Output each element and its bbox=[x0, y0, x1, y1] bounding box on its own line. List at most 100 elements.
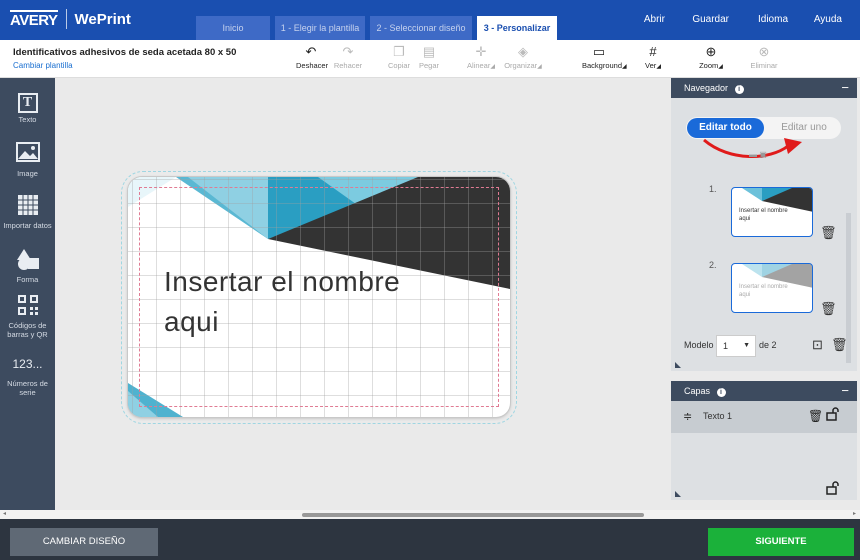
delete-page-icon[interactable]: 🗑 bbox=[820, 225, 837, 241]
change-design-button[interactable]: CAMBIAR DISEÑO bbox=[10, 528, 158, 556]
paste-button[interactable]: ▤ Pegar bbox=[416, 43, 442, 70]
thumbnail-number: 2. bbox=[709, 260, 717, 270]
menu-guardar[interactable]: Guardar bbox=[692, 0, 729, 40]
align-icon: ✛ bbox=[475, 44, 487, 59]
document-title: Identificativos adhesivos de seda acetad… bbox=[13, 47, 237, 58]
redo-label: Rehacer bbox=[333, 61, 363, 70]
thumbnail-text-line: Insertar el nombre bbox=[739, 284, 788, 290]
sidebar-item-label: Códigos de barras y QR bbox=[7, 321, 48, 339]
sidebar-item-label: Image bbox=[17, 169, 38, 178]
modelo-total: de 2 bbox=[759, 340, 777, 350]
layers-title: Capas bbox=[684, 386, 711, 396]
sidebar-item-forma[interactable]: Forma bbox=[0, 248, 55, 284]
layer-name: Texto 1 bbox=[703, 411, 733, 421]
modelo-value: 1 bbox=[723, 341, 729, 351]
redo-button[interactable]: ↷ Rehacer bbox=[333, 43, 363, 70]
scrollbar-thumb[interactable] bbox=[302, 513, 644, 517]
drag-handle-icon[interactable]: ≑ bbox=[683, 410, 692, 423]
step-seleccionar-diseno[interactable]: 2 - Seleccionar diseño bbox=[370, 16, 472, 40]
delete-label: Eliminar bbox=[750, 61, 778, 70]
copy-icon: ❐ bbox=[393, 44, 405, 59]
horizontal-scrollbar[interactable]: ◂ ▸ bbox=[0, 510, 860, 519]
menu-ayuda[interactable]: Ayuda bbox=[814, 0, 842, 40]
sidebar-item-texto[interactable]: T Texto bbox=[0, 88, 55, 124]
delete-button[interactable]: ⊗ Eliminar bbox=[749, 43, 779, 70]
image-icon bbox=[0, 142, 55, 166]
import-data-icon bbox=[0, 194, 55, 218]
sidebar-item-image[interactable]: Image bbox=[0, 142, 55, 178]
background-button[interactable]: ▭ Background◢ bbox=[582, 43, 627, 70]
serial-number-icon: 123... bbox=[12, 357, 43, 371]
delete-model-icon[interactable]: 🗑 bbox=[831, 337, 848, 353]
background-label: Background bbox=[582, 61, 623, 70]
sidebar-item-importar-datos[interactable]: Importar datos bbox=[0, 194, 55, 230]
unlock-icon[interactable] bbox=[826, 481, 840, 498]
resize-corner-icon[interactable] bbox=[675, 362, 681, 368]
weprint-logo: WePrint bbox=[74, 10, 131, 28]
delete-layer-icon[interactable]: 🗑 bbox=[808, 409, 823, 423]
sidebar-item-codigos[interactable]: Códigos de barras y QR bbox=[0, 294, 55, 339]
wizard-steps: Inicio 1 - Elegir la plantilla 2 - Selec… bbox=[196, 16, 562, 40]
thumbnail-text: Insertar el nombre aqui bbox=[739, 283, 788, 299]
menu-abrir[interactable]: Abrir bbox=[644, 0, 665, 40]
scroll-left-icon[interactable]: ◂ bbox=[3, 510, 6, 517]
collapse-icon[interactable]: − bbox=[841, 78, 849, 98]
red-arrow-annotation bbox=[703, 138, 802, 158]
align-button[interactable]: ✛ Alinear◢ bbox=[466, 43, 496, 70]
arrange-button[interactable]: ◈ Organizar◢ bbox=[503, 43, 543, 70]
copy-label: Copiar bbox=[387, 61, 411, 70]
unlock-icon[interactable] bbox=[826, 407, 840, 424]
scroll-right-icon[interactable]: ▸ bbox=[853, 510, 856, 517]
next-button[interactable]: SIGUIENTE bbox=[708, 528, 854, 556]
zoom-button[interactable]: ⊕ Zoom◢ bbox=[697, 43, 725, 70]
info-icon[interactable]: i bbox=[716, 388, 726, 397]
layers-header: Capas i − bbox=[671, 381, 857, 401]
modelo-label: Modelo bbox=[684, 340, 714, 350]
label-text-box[interactable]: Insertar el nombre aqui bbox=[164, 262, 400, 342]
chevron-down-icon: ▼ bbox=[743, 342, 750, 349]
menu-idioma[interactable]: Idioma bbox=[758, 0, 788, 40]
delete-icon: ⊗ bbox=[758, 44, 770, 59]
qr-code-icon bbox=[0, 294, 55, 318]
thumbnail-text-line: aqui bbox=[739, 216, 751, 222]
change-template-link[interactable]: Cambiar plantilla bbox=[13, 61, 73, 70]
thumbnail-text-line: Insertar el nombre bbox=[739, 208, 788, 214]
modelo-select[interactable]: 1 ▼ bbox=[716, 335, 756, 357]
thumbnail-1[interactable]: Insertar el nombre aqui bbox=[731, 187, 813, 237]
navigator-title: Navegador bbox=[684, 83, 729, 93]
collapse-icon[interactable]: − bbox=[841, 381, 849, 401]
add-page-icon[interactable]: ⊡ bbox=[812, 337, 823, 353]
footer-bar: CAMBIAR DISEÑO SIGUIENTE bbox=[0, 519, 860, 560]
thumbnail-text-line: aqui bbox=[739, 292, 751, 298]
delete-page-icon[interactable]: 🗑 bbox=[820, 301, 837, 317]
undo-button[interactable]: ↶ Deshacer bbox=[296, 43, 329, 70]
undo-label: Deshacer bbox=[296, 61, 329, 70]
step-inicio[interactable]: Inicio bbox=[196, 16, 270, 40]
arrange-icon: ◈ bbox=[518, 44, 528, 59]
layer-row[interactable]: ≑ Texto 1 🗑 bbox=[671, 401, 857, 433]
avery-logo: AVERY bbox=[10, 9, 58, 29]
resize-corner-icon[interactable] bbox=[675, 491, 681, 497]
shape-icon bbox=[0, 248, 55, 272]
sidebar-item-label: Importar datos bbox=[3, 221, 52, 230]
tools-sidebar: T Texto Image Importar datos Forma Códig… bbox=[0, 78, 55, 510]
logo-divider bbox=[65, 9, 67, 29]
view-button[interactable]: # Ver◢ bbox=[641, 43, 665, 70]
redo-icon: ↷ bbox=[342, 44, 354, 59]
sidebar-item-label: Números de serie bbox=[7, 379, 48, 397]
copy-button[interactable]: ❐ Copiar bbox=[385, 43, 413, 70]
step-elegir-plantilla[interactable]: 1 - Elegir la plantilla bbox=[275, 16, 365, 40]
text-icon: T bbox=[0, 88, 55, 113]
paste-label: Pegar bbox=[418, 61, 439, 70]
thumbnail-number: 1. bbox=[709, 184, 717, 194]
arrange-label: Organizar bbox=[504, 61, 538, 70]
info-icon[interactable]: i bbox=[734, 85, 744, 94]
sidebar-item-numeros-serie[interactable]: 123... Números de serie bbox=[0, 352, 55, 397]
zoom-label: Zoom bbox=[699, 61, 719, 70]
paste-icon: ▤ bbox=[422, 44, 436, 59]
zoom-icon: ⊕ bbox=[705, 44, 717, 59]
logo[interactable]: AVERY WePrint bbox=[10, 9, 131, 29]
sidebar-item-label: Texto bbox=[18, 115, 37, 124]
thumbnail-2[interactable]: Insertar el nombre aqui bbox=[731, 263, 813, 313]
step-personalizar[interactable]: 3 - Personalizar bbox=[477, 16, 557, 40]
